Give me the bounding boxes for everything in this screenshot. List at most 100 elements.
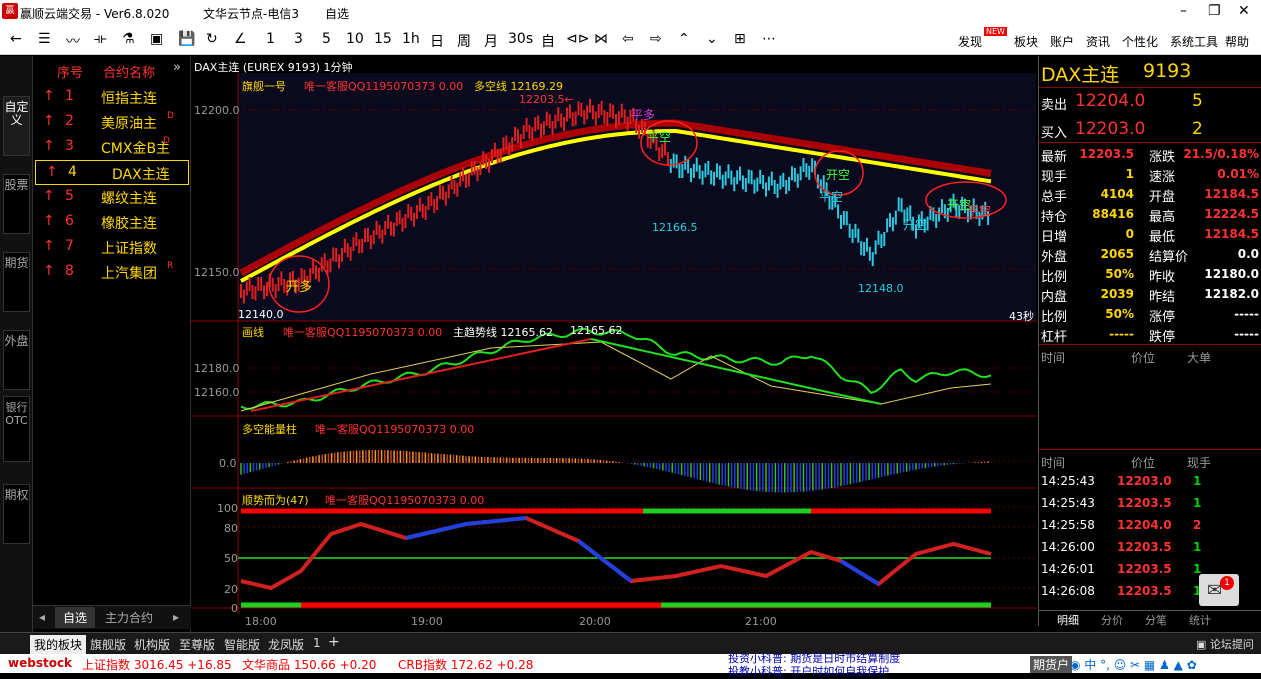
watchlist-row[interactable]: ↑ 5 螺纹主连: [33, 185, 191, 210]
close-button[interactable]: ✕: [1238, 3, 1250, 19]
watchlist-row[interactable]: ↑ 6 橡胶主连: [33, 210, 191, 235]
row-name: 上证指数: [101, 241, 157, 257]
period-day[interactable]: 日: [430, 31, 444, 51]
left-arrow-icon[interactable]: ⇦: [622, 31, 634, 47]
window-icon[interactable]: ▣: [150, 31, 163, 47]
menu-sector[interactable]: 板块: [1014, 33, 1038, 50]
quote-label: 持仓: [1041, 210, 1068, 225]
p2-indicator-name[interactable]: 画线: [242, 324, 264, 340]
p4-indicator-name[interactable]: 顺势而为(47): [242, 492, 309, 508]
period-month[interactable]: 月: [484, 31, 498, 51]
tab-options[interactable]: 期权: [3, 484, 30, 544]
watchlist-row[interactable]: ↑ 1 恒指主连: [33, 85, 191, 110]
layout-icon[interactable]: ⊞: [734, 31, 746, 47]
account-type[interactable]: 期货户: [1030, 656, 1073, 673]
watchlist-row[interactable]: ↑ 7 上证指数: [33, 235, 191, 260]
menu-system-tools[interactable]: 系统工具: [1170, 33, 1218, 50]
col-header-index[interactable]: 序号: [57, 62, 83, 81]
candlestick-icon[interactable]: ⟛: [94, 31, 107, 47]
index-shanghai[interactable]: 上证指数 3016.45 +16.85: [82, 656, 232, 673]
menu-discover[interactable]: 发现: [958, 33, 982, 50]
up-arrow-icon: ↑: [43, 213, 55, 229]
message-button[interactable]: ✉ 1: [1199, 574, 1239, 606]
tray-icons[interactable]: ◉ 中 °, ☺ ✂ ▦ ♟ ▲ ✿: [1070, 656, 1197, 673]
period-5m[interactable]: 5: [322, 31, 331, 47]
watchlist-row[interactable]: ↑ 4 DAX主连: [35, 160, 189, 185]
period-30s[interactable]: 30s: [508, 31, 533, 47]
list-icon[interactable]: ☰: [38, 31, 51, 47]
right-arrow-icon[interactable]: ⇨: [650, 31, 662, 47]
timeshare-icon[interactable]: 〰: [66, 31, 80, 51]
tab-main-contracts[interactable]: 主力合约: [105, 609, 153, 626]
col-header-name[interactable]: 合约名称: [103, 62, 155, 81]
minimize-button[interactable]: –: [1180, 3, 1187, 19]
scroll-right-icon[interactable]: ▸: [173, 610, 179, 624]
tab-bank-otc[interactable]: 银行OTC: [3, 396, 30, 462]
menu-personalize[interactable]: 个性化: [1122, 33, 1158, 50]
add-tab-button[interactable]: +: [328, 634, 340, 650]
restore-button[interactable]: ❐: [1208, 3, 1221, 19]
compare-icon[interactable]: ⋈: [594, 31, 608, 47]
p4-ytick-50: 50: [224, 552, 238, 565]
quote-title: DAX主连: [1041, 64, 1120, 86]
tab-flagship[interactable]: 旗舰版: [90, 636, 126, 653]
watchlist-row[interactable]: ↑ 3 CMX金B主 D: [33, 135, 191, 160]
save-icon[interactable]: 💾: [178, 31, 195, 47]
back-icon[interactable]: ←: [10, 31, 22, 47]
sell-price[interactable]: 12204.0: [1075, 91, 1145, 111]
tab-watchlist[interactable]: 自选: [55, 607, 96, 628]
tab-stocks[interactable]: 股票: [3, 174, 30, 234]
quote-value: 12184.5: [1204, 227, 1259, 241]
watchlist-row[interactable]: ↑ 2 美原油主 D: [33, 110, 191, 135]
period-week[interactable]: 周: [457, 31, 471, 51]
scroll-left-icon[interactable]: ◂: [39, 610, 45, 624]
tab-my-sectors[interactable]: 我的板块: [30, 635, 87, 654]
index-crb[interactable]: CRB指数 172.62 +0.28: [398, 656, 533, 673]
tab-custom[interactable]: 自定义: [3, 96, 30, 156]
tab-dragon-phoenix[interactable]: 龙凤版: [268, 636, 304, 653]
tab-futures[interactable]: 期货: [3, 252, 30, 312]
menu-help[interactable]: 帮助: [1225, 33, 1249, 50]
down-icon[interactable]: ⌄: [706, 31, 718, 47]
notice-2[interactable]: 投教小科普: 开户时如何自我保护: [728, 663, 889, 679]
tab-smart[interactable]: 智能版: [224, 636, 260, 653]
more-icon[interactable]: ⋯: [762, 31, 776, 47]
menu-news[interactable]: 资讯: [1086, 33, 1110, 50]
chart-area[interactable]: DAX主连 (EUREX 9193) 1分钟 旗舰一号 唯一客服QQ119507…: [191, 56, 1037, 632]
tick-volume: 1: [1193, 474, 1202, 488]
chart-header[interactable]: DAX主连 (EUREX 9193) 1分钟: [194, 59, 353, 75]
p4-ytick-0: 0: [231, 602, 238, 615]
period-1m[interactable]: 1: [266, 31, 275, 47]
server-node[interactable]: 文华云节点-电信3: [203, 5, 299, 22]
mode-label[interactable]: 自选: [325, 5, 349, 22]
tab-price-dist[interactable]: 分价: [1101, 612, 1123, 628]
p1-indicator-name[interactable]: 旗舰一号: [242, 78, 286, 94]
tick-time: 14:26:08: [1041, 584, 1095, 598]
up-icon[interactable]: ⌃: [678, 31, 690, 47]
watchlist-row[interactable]: ↑ 8 上汽集团 R: [33, 260, 191, 285]
p3-indicator-name[interactable]: 多空能量柱: [242, 421, 297, 437]
tab-detail[interactable]: 明细: [1057, 612, 1079, 628]
period-custom[interactable]: 自: [541, 31, 555, 51]
period-3m[interactable]: 3: [294, 31, 303, 47]
forum-label: 论坛提问: [1209, 638, 1254, 651]
tab-stats[interactable]: 统计: [1189, 612, 1211, 628]
period-1h[interactable]: 1h: [402, 31, 420, 47]
forum-button[interactable]: ▣ 论坛提问: [1196, 636, 1254, 652]
drawing-icon[interactable]: ∠: [234, 31, 247, 47]
formula-icon[interactable]: ⚗: [122, 31, 135, 47]
expand-columns-icon[interactable]: »: [173, 60, 181, 75]
tab-ticks[interactable]: 分笔: [1145, 612, 1167, 628]
tab-institution[interactable]: 机构版: [134, 636, 170, 653]
tab-foreign[interactable]: 外盘: [3, 330, 30, 390]
tab-1[interactable]: 1: [313, 636, 321, 650]
tab-supreme[interactable]: 至尊版: [179, 636, 215, 653]
zoom-icon[interactable]: ⊲⊳: [566, 31, 589, 47]
refresh-icon[interactable]: ↻: [206, 31, 218, 47]
chart-canvas[interactable]: [191, 56, 1037, 632]
period-10m[interactable]: 10: [346, 31, 364, 47]
period-15m[interactable]: 15: [374, 31, 392, 47]
buy-price[interactable]: 12203.0: [1075, 119, 1145, 139]
menu-account[interactable]: 账户: [1050, 33, 1074, 50]
index-wenhua[interactable]: 文华商品 150.66 +0.20: [242, 656, 376, 673]
